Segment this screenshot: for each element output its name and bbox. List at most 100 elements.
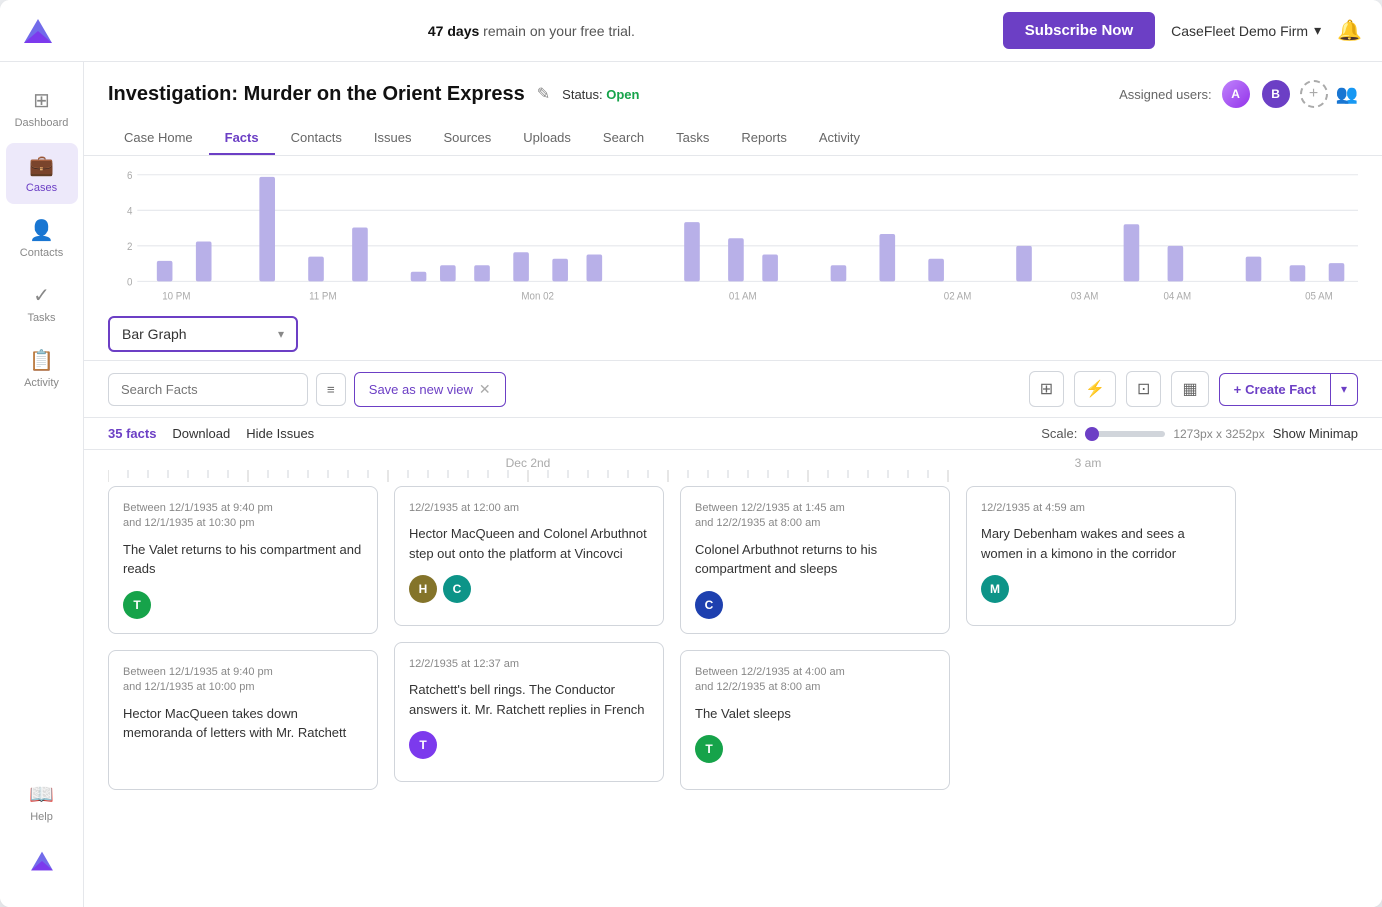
fact-card[interactable]: Between 12/1/1935 at 9:40 pm and 12/1/19… [108, 650, 378, 790]
scale-dimensions: 1273px x 3252px [1173, 427, 1264, 441]
avatar-T: T [123, 591, 151, 619]
svg-text:11 PM: 11 PM [309, 291, 336, 303]
edit-case-icon[interactable]: ✎ [537, 84, 550, 104]
top-bar-right: Subscribe Now CaseFleet Demo Firm ▾ 🔔 [1003, 12, 1362, 49]
sidebar-item-dashboard[interactable]: ⊞ Dashboard [6, 78, 78, 139]
users-icon[interactable]: 👥 [1336, 84, 1358, 105]
scale-thumb [1085, 427, 1099, 441]
add-user-button[interactable]: + [1300, 80, 1328, 108]
timeline-column-2: 12/2/1935 at 12:00 am Hector MacQueen an… [394, 486, 664, 790]
search-filter-row: ≡ Save as new view ✕ ⊞ ⚡ ⊡ [84, 361, 1382, 418]
svg-text:03 AM: 03 AM [1071, 291, 1099, 303]
graph-type-select[interactable]: Bar Graph ▾ [108, 316, 298, 352]
sidebar-item-logo-bottom[interactable] [6, 837, 78, 891]
save-view-button[interactable]: Save as new view ✕ [354, 372, 506, 407]
case-title-group: Investigation: Murder on the Orient Expr… [108, 83, 639, 106]
save-view-close-icon[interactable]: ✕ [479, 381, 491, 398]
case-title: Investigation: Murder on the Orient Expr… [108, 83, 525, 106]
svg-text:4: 4 [127, 206, 133, 218]
view-toolbar-icons: ⊞ ⚡ ⊡ ▦ + Create Fact [1029, 371, 1358, 407]
fact-date: Between 12/2/1935 at 1:45 am and 12/2/19… [695, 501, 935, 532]
tab-tasks[interactable]: Tasks [660, 122, 725, 155]
download-button[interactable]: Download [172, 426, 230, 441]
activity-chart: 6 4 2 0 [108, 164, 1358, 304]
help-icon: 📖 [29, 782, 54, 807]
create-fact-main[interactable]: + Create Fact [1220, 374, 1331, 405]
grid-button[interactable]: ▦ [1171, 371, 1208, 407]
sidebar: ⊞ Dashboard 💼 Cases 👤 Contacts ✓ Tasks 📋 [0, 62, 84, 907]
svg-text:05 AM: 05 AM [1305, 291, 1333, 303]
create-fact-label: Create Fact [1245, 382, 1316, 397]
bolt-button[interactable]: ⚡ [1074, 371, 1116, 407]
sidebar-label-dashboard: Dashboard [15, 117, 69, 129]
sidebar-item-contacts[interactable]: 👤 Contacts [6, 208, 78, 269]
facts-bar: 35 facts Download Hide Issues Scale: 127… [84, 418, 1382, 450]
tab-issues[interactable]: Issues [358, 122, 428, 155]
svg-text:04 AM: 04 AM [1164, 291, 1192, 303]
tab-contacts[interactable]: Contacts [275, 122, 358, 155]
svg-text:6: 6 [127, 171, 133, 183]
fact-text: Hector MacQueen and Colonel Arbuthnot st… [409, 524, 649, 563]
activity-chart-area: 6 4 2 0 [84, 156, 1382, 308]
tab-case-home[interactable]: Case Home [108, 122, 209, 155]
sidebar-label-tasks: Tasks [27, 312, 55, 324]
tab-reports[interactable]: Reports [725, 122, 803, 155]
book-view-button[interactable]: ⊞ [1029, 371, 1064, 407]
graph-selector-row: Bar Graph ▾ [84, 308, 1382, 361]
tab-search[interactable]: Search [587, 122, 660, 155]
toolbar-left: Bar Graph ▾ [108, 316, 298, 352]
nav-tabs: Case Home Facts Contacts Issues Sources … [108, 122, 1358, 155]
sidebar-item-help[interactable]: 📖 Help [6, 772, 78, 833]
sidebar-item-cases[interactable]: 💼 Cases [6, 143, 78, 204]
case-status: Status: Open [562, 87, 639, 102]
sidebar-item-tasks[interactable]: ✓ Tasks [6, 273, 78, 334]
subscribe-button[interactable]: Subscribe Now [1003, 12, 1155, 49]
create-fact-button[interactable]: + Create Fact ▾ [1219, 373, 1358, 406]
fact-text: Colonel Arbuthnot returns to his compart… [695, 540, 935, 579]
fact-card[interactable]: Between 12/1/1935 at 9:40 pm and 12/1/19… [108, 486, 378, 634]
trial-suffix: remain on your free trial. [483, 23, 635, 39]
show-minimap-button[interactable]: Show Minimap [1273, 426, 1358, 441]
tab-activity[interactable]: Activity [803, 122, 876, 155]
firm-name-label: CaseFleet Demo Firm [1171, 23, 1308, 39]
fact-card[interactable]: 12/2/1935 at 12:00 am Hector MacQueen an… [394, 486, 664, 626]
fact-card[interactable]: 12/2/1935 at 12:37 am Ratchett's bell ri… [394, 642, 664, 782]
avatar-C: C [443, 575, 471, 603]
facts-bar-left: 35 facts Download Hide Issues [108, 426, 314, 441]
tab-facts[interactable]: Facts [209, 122, 275, 155]
firm-name-dropdown[interactable]: CaseFleet Demo Firm ▾ [1171, 22, 1321, 39]
grid-icon: ▦ [1182, 379, 1197, 399]
sidebar-top: ⊞ Dashboard 💼 Cases 👤 Contacts ✓ Tasks 📋 [0, 78, 83, 399]
tab-sources[interactable]: Sources [428, 122, 508, 155]
avatar-C2: C [695, 591, 723, 619]
fact-card[interactable]: 12/2/1935 at 4:59 am Mary Debenham wakes… [966, 486, 1236, 626]
svg-text:02 AM: 02 AM [944, 291, 972, 303]
facts-count: 35 facts [108, 426, 156, 441]
assigned-label: Assigned users: [1119, 87, 1212, 102]
dec2nd-marker: Dec 2nd [388, 456, 668, 470]
scale-slider[interactable] [1085, 431, 1165, 437]
timeline-area[interactable]: Dec 2nd 3 am [84, 450, 1382, 907]
timeline-header: Dec 2nd 3 am [108, 450, 1358, 470]
fact-avatars: M [981, 575, 1221, 603]
fact-card[interactable]: Between 12/2/1935 at 1:45 am and 12/2/19… [680, 486, 950, 634]
timeline-column-3: Between 12/2/1935 at 1:45 am and 12/2/19… [680, 486, 950, 790]
case-header: Investigation: Murder on the Orient Expr… [84, 62, 1382, 156]
tab-uploads[interactable]: Uploads [507, 122, 587, 155]
filter-button[interactable]: ≡ [316, 373, 346, 406]
tasks-icon: ✓ [33, 283, 50, 308]
search-facts-input[interactable] [108, 373, 308, 406]
activity-icon: 📋 [29, 348, 54, 373]
timeline-column-1: Between 12/1/1935 at 9:40 pm and 12/1/19… [108, 486, 378, 790]
fact-card[interactable]: Between 12/2/1935 at 4:00 am and 12/2/19… [680, 650, 950, 790]
avatar-M: M [981, 575, 1009, 603]
notification-bell-icon[interactable]: 🔔 [1337, 18, 1362, 43]
graph-type-label: Bar Graph [122, 326, 187, 342]
fact-date: 12/2/1935 at 12:37 am [409, 657, 649, 672]
hide-issues-button[interactable]: Hide Issues [246, 426, 314, 441]
create-fact-dropdown-icon[interactable]: ▾ [1331, 374, 1357, 404]
layout-button[interactable]: ⊡ [1126, 371, 1161, 407]
sidebar-item-activity[interactable]: 📋 Activity [6, 338, 78, 399]
fact-text: Hector MacQueen takes down memoranda of … [123, 704, 363, 743]
dashboard-icon: ⊞ [33, 88, 50, 113]
